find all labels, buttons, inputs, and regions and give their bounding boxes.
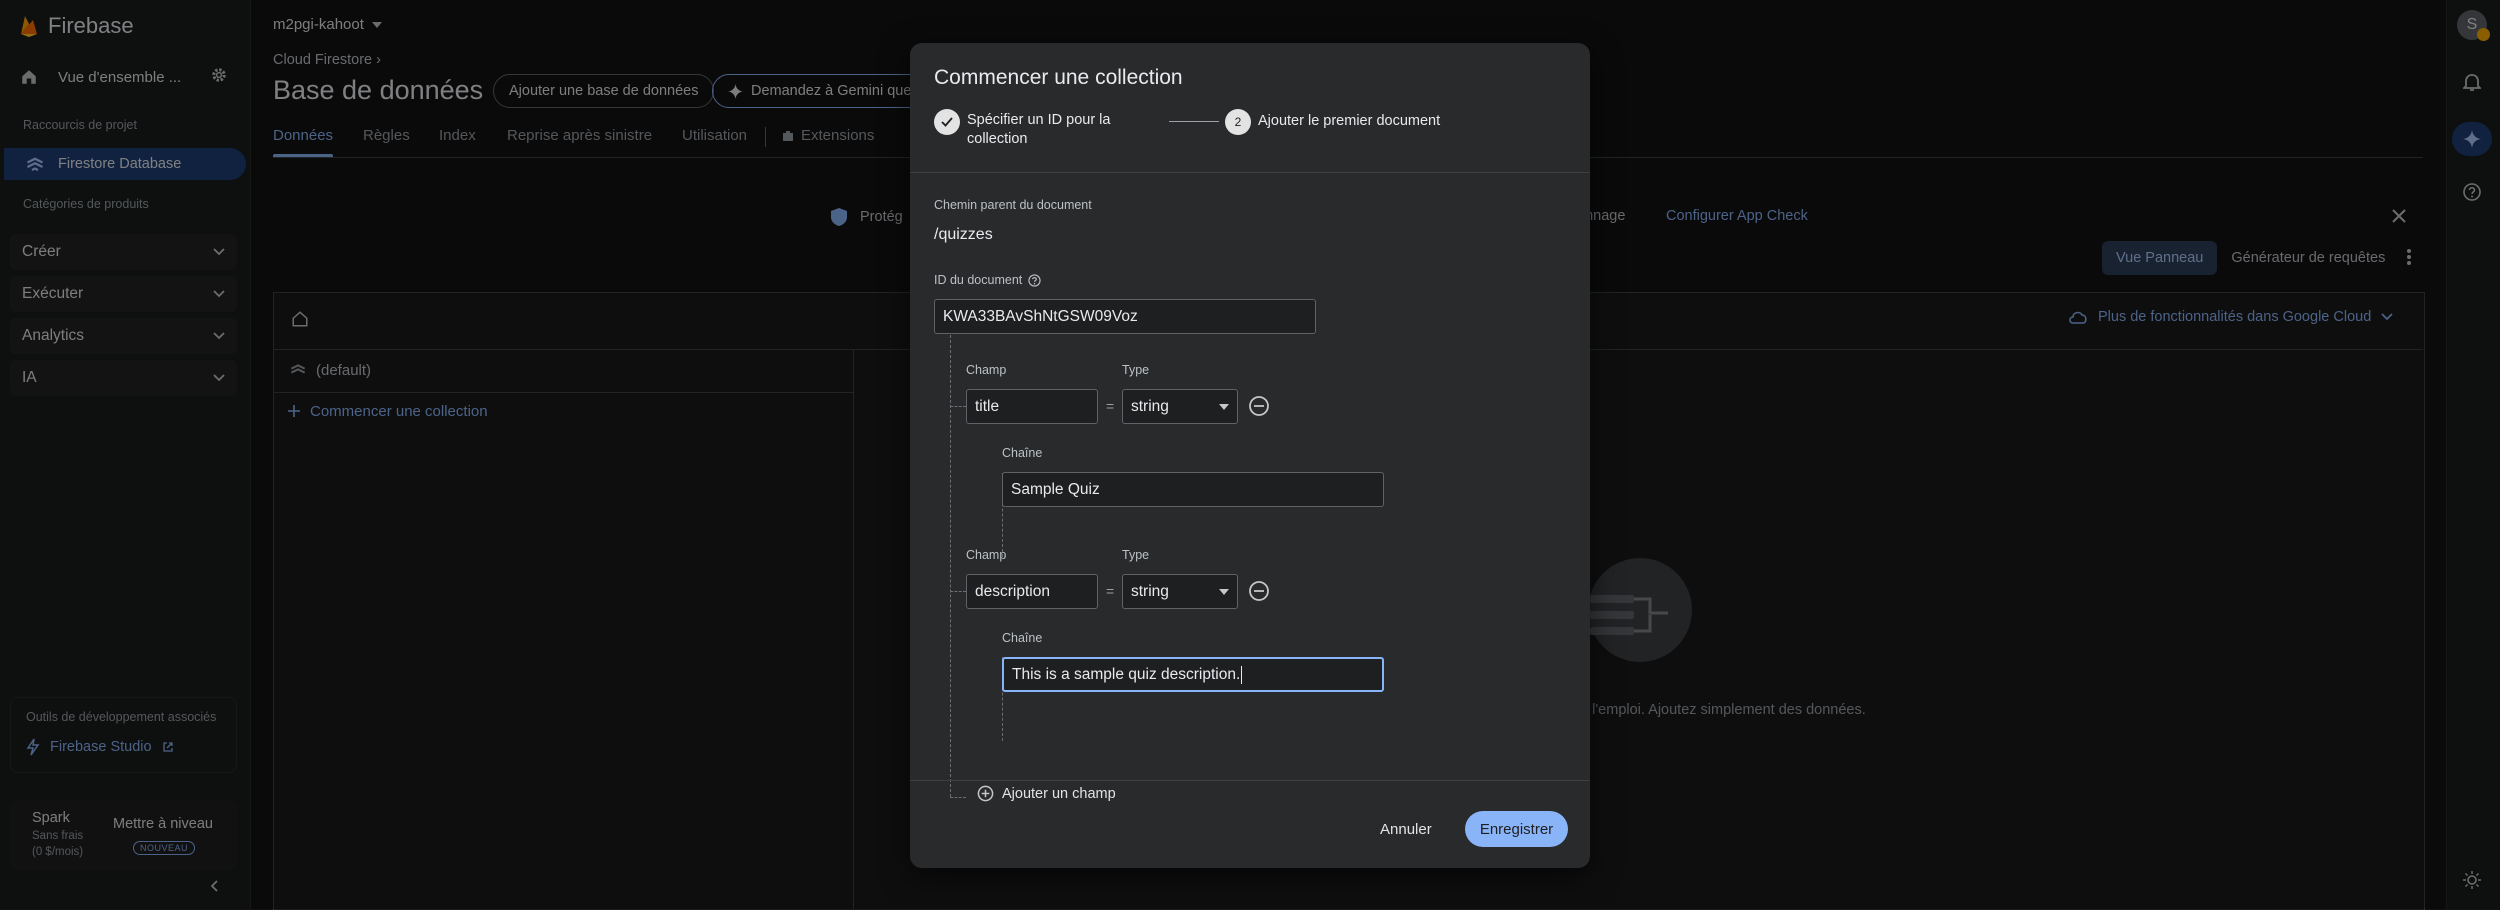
tree-line <box>950 335 951 797</box>
field-label: Champ <box>966 363 1007 377</box>
caret-down-icon <box>1219 403 1229 410</box>
dialog-divider <box>910 172 1590 173</box>
help-icon[interactable] <box>1028 273 1041 287</box>
field-label: Champ <box>966 548 1007 562</box>
remove-field-icon[interactable] <box>1248 580 1270 602</box>
add-field-button[interactable]: Ajouter un champ <box>977 785 1116 802</box>
save-button[interactable]: Enregistrer <box>1465 811 1568 847</box>
tree-line <box>950 406 966 407</box>
step1-label: Spécifier un ID pour la collection <box>967 112 1111 147</box>
step2-label: Ajouter le premier document <box>1258 113 1441 129</box>
equals-sign: = <box>1106 583 1115 599</box>
equals-sign: = <box>1106 398 1115 414</box>
field-name-input[interactable]: description <box>966 574 1098 609</box>
doc-id-input[interactable]: KWA33BAvShNtGSW09Voz <box>934 299 1316 334</box>
doc-id-label-row: ID du document <box>934 273 1041 287</box>
field-type-select[interactable]: string <box>1122 389 1238 424</box>
text-cursor <box>1241 665 1243 684</box>
field-value-input[interactable]: This is a sample quiz description. <box>1002 657 1384 692</box>
type-label: Type <box>1122 548 1150 562</box>
parent-path-value: /quizzes <box>934 226 993 243</box>
caret-down-icon <box>1219 588 1229 595</box>
cancel-button[interactable]: Annuler <box>1380 811 1432 847</box>
parent-path-label: Chemin parent du document <box>934 198 1092 212</box>
remove-field-icon[interactable] <box>1248 395 1270 417</box>
step1-check-icon <box>934 109 960 135</box>
dialog-title: Commencer une collection <box>934 66 1183 89</box>
dialog-footer-divider <box>910 780 1590 781</box>
value-label: Chaîne <box>1002 631 1043 645</box>
tree-line <box>950 591 966 592</box>
value-label: Chaîne <box>1002 446 1043 460</box>
field-type-select[interactable]: string <box>1122 574 1238 609</box>
step-connector <box>1169 121 1219 122</box>
type-label: Type <box>1122 363 1150 377</box>
tree-line <box>950 797 966 798</box>
step2-number-icon: 2 <box>1225 109 1251 135</box>
field-value-input[interactable]: Sample Quiz <box>1002 472 1384 507</box>
field-name-input[interactable]: title <box>966 389 1098 424</box>
add-circle-icon <box>977 785 994 802</box>
start-collection-dialog: Commencer une collection Spécifier un ID… <box>910 43 1590 868</box>
